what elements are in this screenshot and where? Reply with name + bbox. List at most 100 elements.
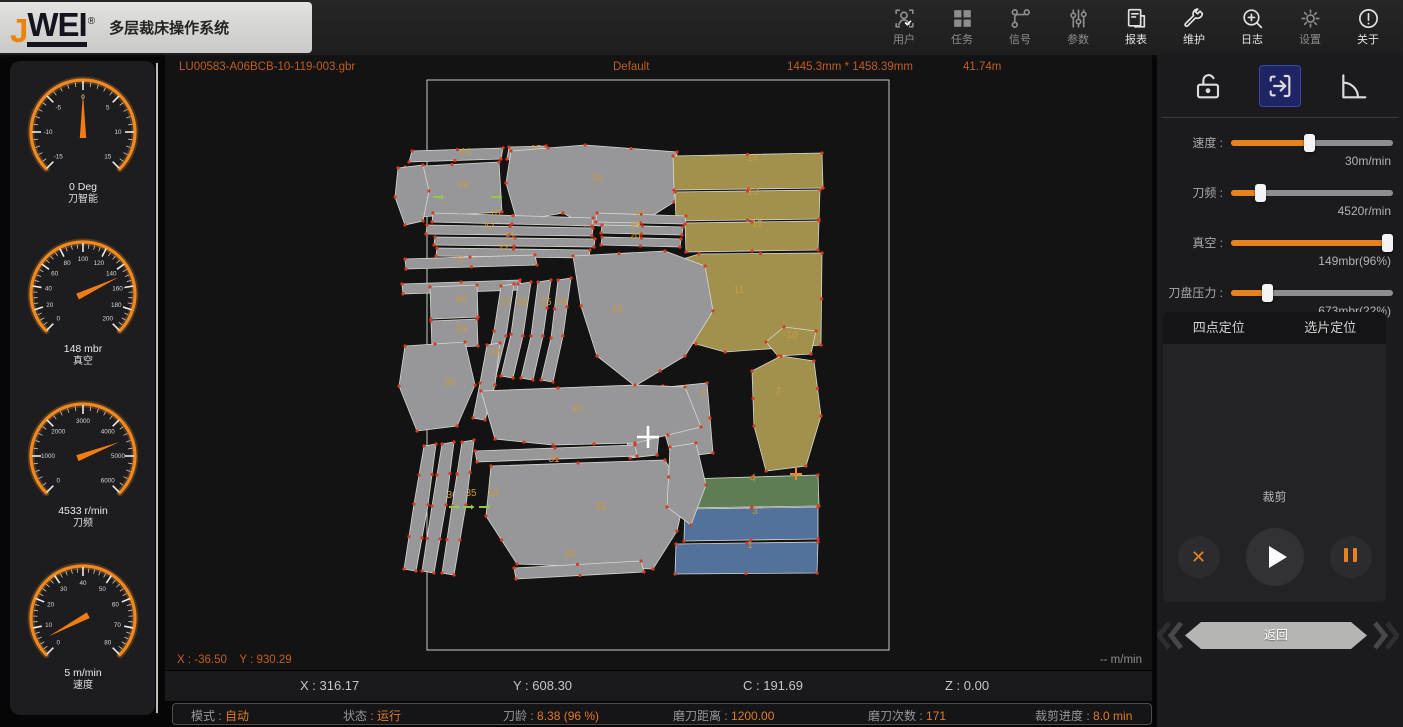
slider-track[interactable] xyxy=(1231,290,1393,296)
svg-text:15: 15 xyxy=(104,154,112,161)
svg-text:13: 13 xyxy=(747,187,759,198)
svg-text:40: 40 xyxy=(79,580,87,587)
nav-item-maintenance[interactable]: 维护 xyxy=(1165,4,1223,47)
cut-preview-canvas[interactable]: 4415431614131211107431184221221719204140… xyxy=(165,55,1152,670)
profile-name: Default xyxy=(613,61,649,73)
status-item-2: 状态 : 运行 xyxy=(343,707,401,724)
svg-text:5: 5 xyxy=(105,104,109,111)
slider-track[interactable] xyxy=(1231,140,1393,146)
status-item-5: 磨刀次数 : 171 xyxy=(868,707,946,724)
svg-text:4: 4 xyxy=(750,473,756,484)
tool-angle[interactable] xyxy=(1331,65,1373,107)
pattern-piece-3[interactable]: 3 xyxy=(682,505,819,542)
slider-track[interactable] xyxy=(1231,240,1393,246)
nesting-layout-svg[interactable]: 4415431614131211107431184221221719204140… xyxy=(165,55,1152,670)
slider-label: 真空 : xyxy=(1157,234,1223,251)
pattern-piece-40[interactable]: 40 xyxy=(428,283,479,320)
material-dimensions: 1445.3mm * 1458.39mm xyxy=(787,61,913,73)
nav-label: 设置 xyxy=(1281,31,1339,47)
nav-item-params[interactable]: 参数 xyxy=(1049,4,1107,47)
nav-label: 日志 xyxy=(1223,31,1281,47)
svg-text:20: 20 xyxy=(46,302,54,309)
pattern-piece-1[interactable]: 1 xyxy=(673,540,819,576)
svg-text:39: 39 xyxy=(455,324,467,335)
svg-text:真空: 真空 xyxy=(73,354,93,367)
slider-thumb[interactable] xyxy=(1255,184,1266,202)
pattern-piece-41[interactable]: 41 xyxy=(403,253,538,270)
svg-text:11: 11 xyxy=(734,285,745,296)
svg-text:6000: 6000 xyxy=(100,478,115,485)
back-row: 返回 xyxy=(1157,621,1403,651)
nav-label: 用户 xyxy=(875,31,933,47)
pause-button[interactable] xyxy=(1330,536,1372,578)
slider-thumb[interactable] xyxy=(1262,284,1273,302)
svg-text:32: 32 xyxy=(595,501,607,512)
import-icon xyxy=(1264,70,1296,102)
svg-text:12: 12 xyxy=(751,219,763,230)
pause-icon xyxy=(1342,548,1360,567)
status-item-4: 磨刀距离 : 1200.00 xyxy=(673,707,774,724)
slider-row-2: 刀频 : xyxy=(1157,184,1393,201)
nav-item-log[interactable]: 日志 xyxy=(1223,4,1281,47)
angle-icon xyxy=(1336,70,1368,102)
slider-thumb[interactable] xyxy=(1304,134,1315,152)
pattern-piece-32[interactable]: 32 xyxy=(484,458,686,570)
pattern-piece-23[interactable]: 23 xyxy=(571,249,714,387)
pattern-piece-13[interactable]: 13 xyxy=(673,187,821,223)
nav-item-about[interactable]: 关于 xyxy=(1339,4,1397,47)
pattern-piece-38[interactable]: 38 xyxy=(397,340,476,432)
logo-letter-j: J xyxy=(10,14,27,47)
tab-four-point[interactable]: 四点定位 xyxy=(1163,312,1275,344)
slider-label: 速度 : xyxy=(1157,134,1223,151)
top-bar: J WEI ® 多层裁床操作系统 用户任务信号参数报表维护日志设置关于 xyxy=(0,0,1403,57)
cancel-button[interactable]: ✕ xyxy=(1178,536,1220,578)
maintenance-icon xyxy=(1182,6,1207,31)
slider-track[interactable] xyxy=(1231,190,1393,196)
pattern-piece-12[interactable]: 12 xyxy=(683,219,820,254)
pattern-piece[interactable] xyxy=(393,163,430,226)
status-item-3: 刀龄 : 8.38 (96 %) xyxy=(503,707,599,724)
status-item-1: 模式 : 自动 xyxy=(191,707,249,724)
nav-item-signal[interactable]: 信号 xyxy=(991,4,1049,47)
nav-item-user[interactable]: 用户 xyxy=(875,4,933,47)
tool-import[interactable] xyxy=(1259,65,1301,107)
svg-text:33: 33 xyxy=(487,488,499,499)
jwei-logo: J WEI ® xyxy=(10,8,95,47)
svg-text:刀频: 刀频 xyxy=(73,516,93,529)
close-icon: ✕ xyxy=(1191,547,1206,568)
signal-icon xyxy=(1008,6,1033,31)
tab-select-piece[interactable]: 选片定位 xyxy=(1275,312,1387,344)
tool-unlock[interactable] xyxy=(1187,65,1229,107)
nav-label: 信号 xyxy=(991,31,1049,47)
start-button[interactable] xyxy=(1246,528,1304,586)
positioning-box: 四点定位选片定位 裁剪 ✕ xyxy=(1163,312,1386,602)
svg-text:80: 80 xyxy=(104,640,112,647)
slider-fill xyxy=(1231,140,1309,146)
svg-text:0: 0 xyxy=(56,316,60,323)
pattern-piece-44[interactable]: 44 xyxy=(407,146,504,163)
svg-text:3: 3 xyxy=(752,506,758,517)
pattern-piece-7[interactable]: 7 xyxy=(750,354,822,472)
svg-text:200: 200 xyxy=(102,316,113,323)
slider-group: 速度 :30m/min刀频 :4520r/min真空 :149mbr(96%)刀… xyxy=(1157,134,1403,318)
slider-row-3: 真空 : xyxy=(1157,234,1393,251)
sidebar-edge-divider xyxy=(156,63,158,713)
slider-value: 149mbr(96%) xyxy=(1157,254,1391,268)
back-button[interactable]: 返回 xyxy=(1185,622,1367,649)
pattern-piece-14[interactable]: 14 xyxy=(671,151,824,191)
slider-thumb[interactable] xyxy=(1382,234,1393,252)
nav-item-settings[interactable]: 设置 xyxy=(1281,4,1339,47)
nav-item-report[interactable]: 报表 xyxy=(1107,4,1165,47)
about-icon xyxy=(1356,6,1381,31)
svg-text:41: 41 xyxy=(454,254,466,265)
svg-text:2000: 2000 xyxy=(51,428,66,435)
user-icon xyxy=(892,6,917,31)
nav-label: 报表 xyxy=(1107,31,1165,47)
nav-item-task[interactable]: 任务 xyxy=(933,4,991,47)
svg-text:刀智能: 刀智能 xyxy=(68,192,98,205)
slider-value: 4520r/min xyxy=(1157,204,1391,218)
svg-text:30: 30 xyxy=(571,404,583,415)
svg-text:21: 21 xyxy=(504,231,516,242)
svg-text:60: 60 xyxy=(111,602,119,609)
task-icon xyxy=(950,6,975,31)
